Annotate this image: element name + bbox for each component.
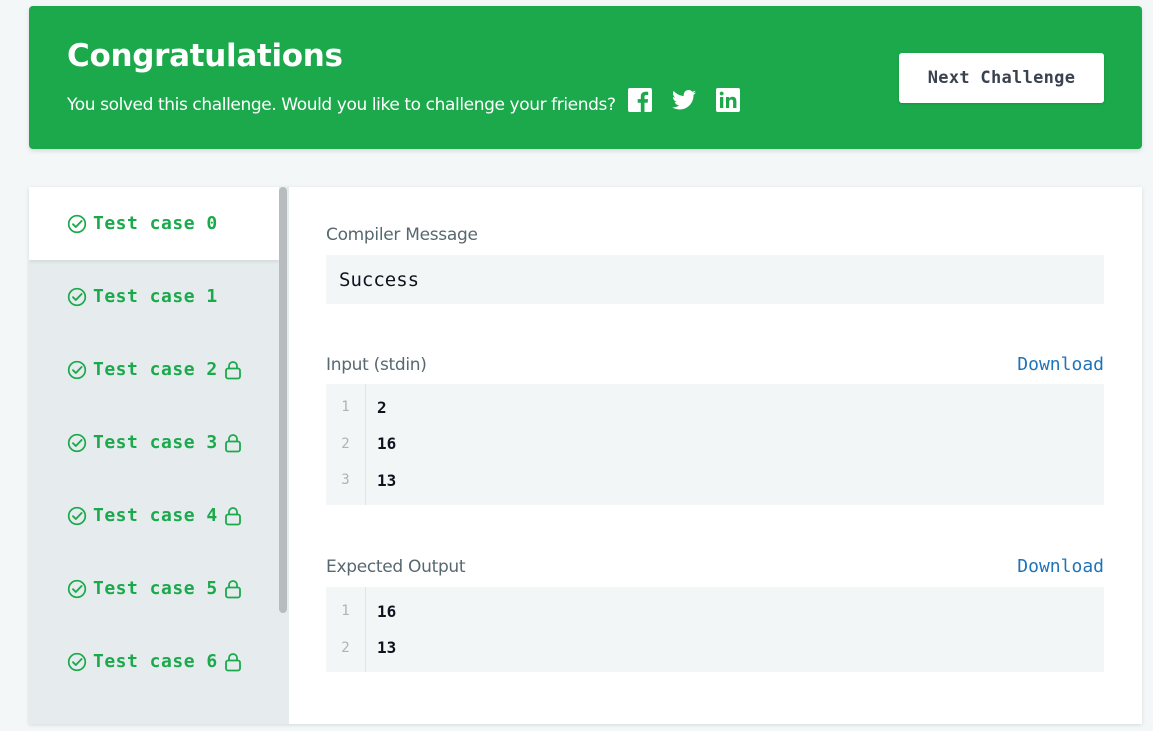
test-results-panel: Test case 0 Test case 1 Test case 2 Test ca… (29, 187, 1142, 724)
input-code-box: 1 2 2 16 3 13 (326, 384, 1104, 505)
input-download-link[interactable]: Download (1017, 354, 1104, 375)
lock-icon (224, 652, 242, 672)
test-case-tab-2[interactable]: Test case 2 (29, 333, 279, 406)
line-number: 1 (341, 603, 350, 619)
compiler-message: Success (339, 268, 420, 291)
compiler-message-box: Success (326, 255, 1104, 304)
line-number: 3 (341, 472, 350, 488)
code-line: 2 16 (326, 426, 1104, 462)
test-case-tab-4[interactable]: Test case 4 (29, 479, 279, 552)
test-case-tab-6[interactable]: Test case 6 (29, 625, 279, 698)
code-line: 2 13 (326, 630, 1104, 666)
line-value: 16 (377, 434, 397, 453)
line-value: 16 (377, 601, 397, 621)
test-case-details: Compiler Message Success Input (stdin) D… (289, 187, 1142, 724)
test-case-tab-0[interactable]: Test case 0 (29, 187, 279, 260)
expected-output-code-box: 1 16 2 13 (326, 587, 1104, 672)
test-case-label: Test case 3 (93, 432, 218, 453)
check-circle-icon (67, 360, 87, 380)
line-value: 13 (377, 638, 397, 657)
check-circle-icon (67, 506, 87, 526)
test-case-label: Test case 4 (93, 505, 218, 526)
lock-icon (224, 579, 242, 599)
line-value: 2 (377, 397, 387, 417)
sidebar-scrollbar-thumb[interactable] (279, 187, 287, 613)
check-circle-icon (67, 433, 87, 453)
test-case-label: Test case 0 (93, 213, 218, 234)
success-banner: Congratulations You solved this challeng… (29, 6, 1142, 149)
line-number: 1 (341, 399, 350, 415)
test-case-label: Test case 5 (93, 578, 218, 599)
test-case-tab-5[interactable]: Test case 5 (29, 552, 279, 625)
line-value: 13 (377, 470, 397, 490)
twitter-icon[interactable] (672, 88, 696, 112)
linkedin-icon[interactable] (716, 88, 740, 112)
lock-icon (224, 506, 242, 526)
test-case-list: Test case 0 Test case 1 Test case 2 Test ca… (29, 187, 289, 724)
line-number: 2 (341, 435, 350, 452)
check-circle-icon (67, 214, 87, 234)
facebook-icon[interactable] (628, 88, 652, 112)
test-case-label: Test case 6 (93, 651, 218, 672)
test-case-label: Test case 2 (93, 359, 218, 380)
code-line: 3 13 (326, 462, 1104, 498)
expected-output-download-link[interactable]: Download (1017, 556, 1104, 577)
test-case-label: Test case 1 (93, 286, 218, 307)
banner-title: Congratulations (67, 38, 343, 74)
check-circle-icon (67, 652, 87, 672)
input-label: Input (stdin) (326, 355, 427, 375)
code-line: 1 16 (326, 593, 1104, 629)
test-case-tab-3[interactable]: Test case 3 (29, 406, 279, 479)
next-challenge-button[interactable]: Next Challenge (899, 53, 1104, 103)
expected-output-label: Expected Output (326, 557, 466, 577)
lock-icon (224, 433, 242, 453)
banner-subtitle: You solved this challenge. Would you lik… (67, 95, 616, 115)
compiler-message-label: Compiler Message (326, 225, 478, 245)
code-line: 12 (326, 389, 1104, 425)
check-circle-icon (67, 579, 87, 599)
line-number: 2 (341, 639, 350, 656)
test-case-tab-1[interactable]: Test case 1 (29, 260, 279, 333)
lock-icon (224, 360, 242, 380)
check-circle-icon (67, 287, 87, 307)
